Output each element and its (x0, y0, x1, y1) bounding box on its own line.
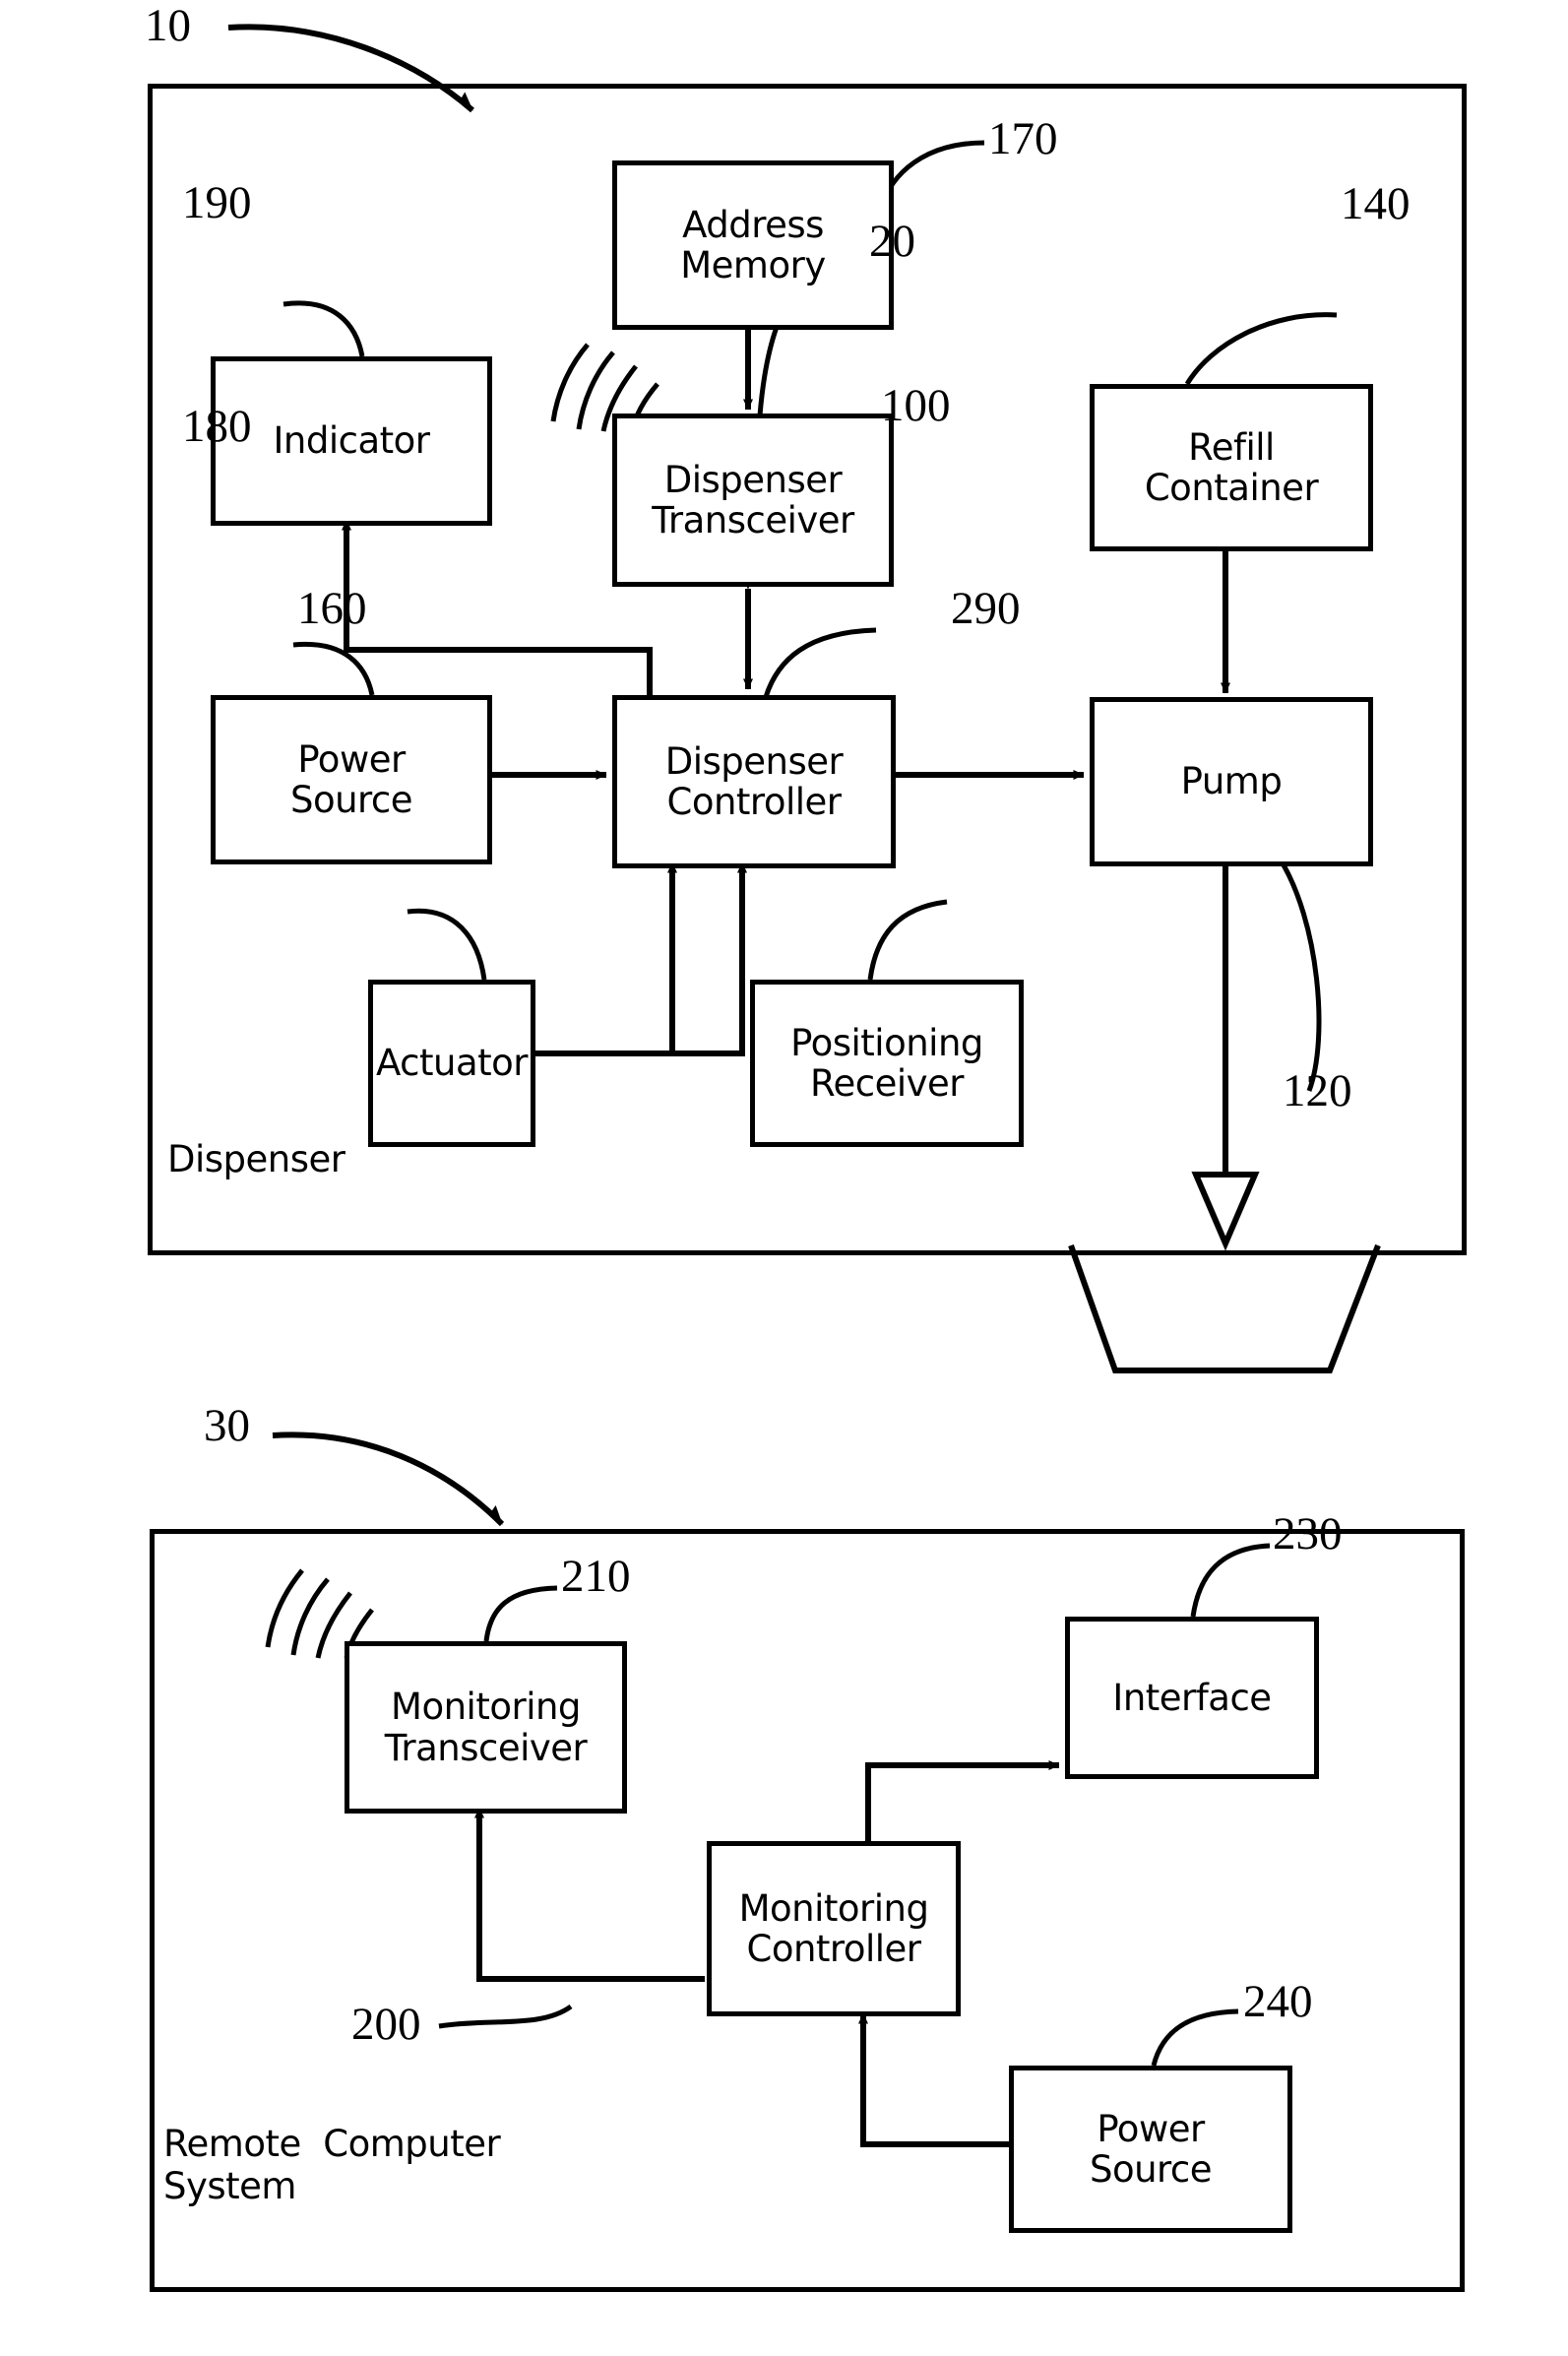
box-monitoring-controller[interactable]: Monitoring Controller (707, 1841, 961, 2016)
ref-200: 200 (351, 1999, 421, 2050)
box-positioning-receiver[interactable]: Positioning Receiver (750, 980, 1024, 1147)
dispenser-caption: Dispenser (167, 1138, 345, 1180)
box-dispenser-controller[interactable]: Dispenser Controller (612, 695, 896, 868)
box-indicator[interactable]: Indicator (211, 356, 492, 526)
ref-290: 290 (951, 583, 1021, 634)
ref-230: 230 (1273, 1508, 1343, 1560)
ref-180: 180 (182, 401, 252, 452)
ref-30: 30 (204, 1400, 250, 1451)
basin-trapezoid-icon (1068, 1243, 1381, 1373)
box-dispenser-transceiver[interactable]: Dispenser Transceiver (612, 414, 894, 587)
ref-240: 240 (1243, 1976, 1313, 2027)
box-power-source-remote[interactable]: Power Source (1009, 2066, 1292, 2233)
box-interface[interactable]: Interface (1065, 1617, 1319, 1779)
lead-line-30 (272, 1432, 505, 1527)
box-power-source-dispenser[interactable]: Power Source (211, 695, 492, 864)
box-monitoring-transceiver[interactable]: Monitoring Transceiver (345, 1641, 627, 1814)
ref-10: 10 (145, 0, 191, 51)
ref-20: 20 (869, 216, 915, 267)
box-actuator[interactable]: Actuator (368, 980, 535, 1147)
box-pump[interactable]: Pump (1090, 697, 1373, 866)
ref-100: 100 (881, 380, 951, 431)
remote-system-caption: Remote Computer System (163, 2123, 501, 2207)
ref-120: 120 (1283, 1065, 1352, 1116)
ref-170: 170 (988, 113, 1058, 164)
box-refill-container[interactable]: Refill Container (1090, 384, 1373, 551)
ref-140: 140 (1341, 178, 1411, 229)
ref-160: 160 (297, 583, 367, 634)
patent-figure: Address Memory Indicator Dispenser Trans… (0, 0, 1568, 2356)
box-address-memory[interactable]: Address Memory (612, 160, 894, 330)
ref-210: 210 (561, 1551, 631, 1602)
ref-190: 190 (182, 177, 252, 228)
